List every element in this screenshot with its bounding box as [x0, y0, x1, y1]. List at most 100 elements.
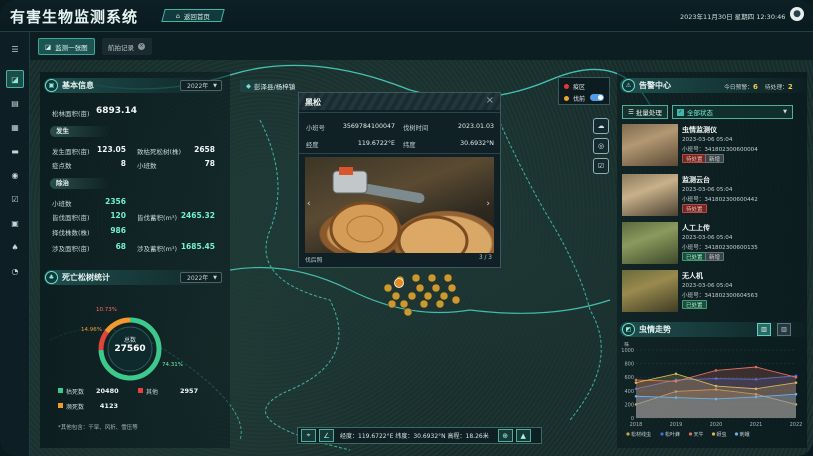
terrain-icon[interactable]: ▲: [515, 429, 531, 442]
info-icon: ▣: [45, 78, 58, 92]
rem-clearcut-vol-label: 皆伐蓄积(m³): [137, 214, 178, 222]
close-icon[interactable]: ×: [486, 95, 494, 106]
alert-item[interactable]: 监测云台 2023-03-06 05:04 小班号：34180230060044…: [622, 174, 804, 216]
alert-item[interactable]: 人工上传 2023-03-06 05:04 小班号：34180230060013…: [622, 222, 804, 264]
close-tab-icon[interactable]: ×: [138, 43, 145, 50]
tab-monitor-map[interactable]: ◪ 监测一张图: [38, 38, 95, 55]
dead-pine-note: *其他包含：干旱、风折、雪压等: [58, 425, 138, 431]
occ-plots-label: 小班数: [137, 162, 157, 170]
legend-label: 松叶蜂: [665, 431, 680, 438]
data-point: [754, 387, 758, 391]
sidebar: ☰ ◪ ▤ ▦ ▬ ◉ ☑ ▣ ♠ ◔: [0, 32, 30, 456]
rem-selective-value: 986: [110, 226, 126, 235]
data-point: [634, 381, 638, 384]
camera-icon[interactable]: ◎: [593, 138, 609, 154]
sidebar-item-monitor[interactable]: ◉: [6, 166, 24, 184]
data-point: [754, 365, 758, 369]
legend-dying-value: 4123: [99, 402, 118, 410]
data-point: [674, 396, 678, 399]
legend-dead-label: 枯死数: [66, 389, 85, 396]
new-badge: 新增: [705, 154, 725, 163]
removal-subhead: 除治: [50, 178, 110, 189]
sidebar-item-report[interactable]: ▤: [6, 94, 24, 112]
pine-area-value: 6893.14: [96, 106, 137, 116]
sidebar-item-folder[interactable]: ▬: [6, 142, 24, 160]
data-point: [794, 381, 798, 384]
before-toggle[interactable]: [590, 94, 604, 101]
alert-item[interactable]: 虫情监测仪 2023-03-06 05:04 小班号：3418023006000…: [622, 124, 804, 166]
sidebar-item-tasks[interactable]: ☑: [6, 190, 24, 208]
dead-pine-year-select[interactable]: 2022年 ▼: [180, 272, 222, 283]
occ-points-label: 疫点数: [52, 162, 72, 170]
data-point: [754, 395, 758, 399]
rem-selective-label: 择伐株数(株): [52, 229, 90, 237]
tree-detail-popup: 黑松 × 小班号 3569784100047 伐树时间 2023.01.03 经…: [298, 92, 501, 268]
tab-label: 航拍记录: [108, 43, 134, 52]
sidebar-item-calendar[interactable]: ▦: [6, 118, 24, 136]
weather-icon[interactable]: ☁: [593, 118, 609, 134]
trend-chart: 10008006004002000株2018 2019 2020 2021 2022松材…: [621, 342, 802, 438]
dead-pine-title-text: 死亡松树统计: [62, 272, 110, 282]
sidebar-item-chart[interactable]: ◔: [6, 262, 24, 280]
line-chart-toggle[interactable]: ▥: [777, 323, 791, 336]
bar-chart-toggle[interactable]: ▥: [757, 323, 771, 336]
rem-clearcut-vol-value: 2465.32: [180, 211, 215, 220]
legend-dead-value: 20480: [96, 387, 119, 395]
sidebar-item-id[interactable]: ▣: [6, 214, 24, 232]
y-unit-label: 株: [624, 342, 629, 348]
trend-chart-icon: ◩: [622, 322, 635, 336]
pct-orange: 14.96%: [81, 327, 102, 333]
rem-plots-label: 小班数: [52, 200, 72, 208]
legend-label: 松材线虫: [631, 431, 651, 438]
locate-icon[interactable]: ⌖: [301, 429, 316, 442]
today-label: 今日预警：: [724, 85, 753, 91]
popup-v3: 119.6722°E: [357, 140, 395, 147]
alert-item[interactable]: 无人机 2023-03-06 05:04 小班号：341802300604563…: [622, 270, 804, 312]
occ-area-label: 发生面积(亩): [52, 148, 90, 156]
dead-pine-title: ♣ 死亡松树统计: [45, 270, 110, 284]
alert-name: 监测云台: [682, 176, 710, 184]
menu-icon[interactable]: ☰: [6, 40, 24, 58]
location-pin-icon: ◆: [246, 82, 251, 90]
rem-inv-area-value: 68: [115, 242, 126, 251]
basic-info-title-text: 基本信息: [62, 80, 94, 90]
popup-k1: 小班号: [306, 125, 325, 132]
alert-date: 2023-03-06 05:04: [682, 235, 733, 241]
status-filter-select[interactable]: ✓ 全部状态 ▼: [672, 105, 793, 119]
chevron-right-icon[interactable]: ›: [486, 199, 490, 209]
basic-info-year-select[interactable]: 2022年 ▼: [180, 80, 222, 91]
batch-label: 批量处理: [635, 109, 662, 117]
data-point: [794, 375, 798, 379]
legend-label: 刺蛾: [740, 431, 750, 438]
legend-label: 天牛: [694, 431, 704, 438]
x-tick-label: 2020: [710, 422, 723, 428]
measure-icon[interactable]: ∠: [319, 429, 334, 442]
user-avatar[interactable]: ●: [790, 7, 804, 21]
compass-icon[interactable]: ⊕: [497, 429, 513, 442]
alert-thumbnail: [622, 222, 678, 264]
legend-dot: [711, 432, 716, 436]
chevron-left-icon[interactable]: ‹: [307, 199, 311, 209]
popup-k2: 伐树时间: [403, 125, 429, 132]
popup-v1: 3569784100047: [342, 123, 395, 130]
x-tick-label: 2018: [630, 422, 643, 428]
alert-date: 2023-03-06 05:04: [682, 187, 733, 193]
batch-process-button[interactable]: ☰ 批量处理: [622, 105, 668, 119]
home-button[interactable]: ⌂ 返回首页: [161, 9, 225, 22]
clipboard-icon[interactable]: ☑: [593, 158, 609, 174]
sidebar-item-tree[interactable]: ♠: [6, 238, 24, 256]
popup-info-table: [299, 112, 500, 154]
sidebar-item-map[interactable]: ◪: [6, 70, 24, 88]
popup-v2: 2023.01.03: [457, 123, 494, 130]
legend-dot: [734, 432, 739, 436]
legend-dying-label: 濒死数: [66, 404, 85, 411]
legend-dot: [688, 432, 693, 436]
legend-dot: [660, 432, 664, 436]
location-label[interactable]: ◆ 彭泽县/杨梓镇: [240, 80, 302, 92]
data-point: [794, 392, 798, 396]
tab-aerial-records[interactable]: 航拍记录 ×: [102, 38, 152, 55]
alert-plot-no: 小班号：341802300600004: [682, 147, 758, 153]
tab-bar: ◪ 监测一张图 航拍记录 ×: [30, 32, 813, 60]
app-title: 有害生物监测系统: [10, 8, 139, 26]
legend-label: 伐前: [573, 96, 586, 103]
